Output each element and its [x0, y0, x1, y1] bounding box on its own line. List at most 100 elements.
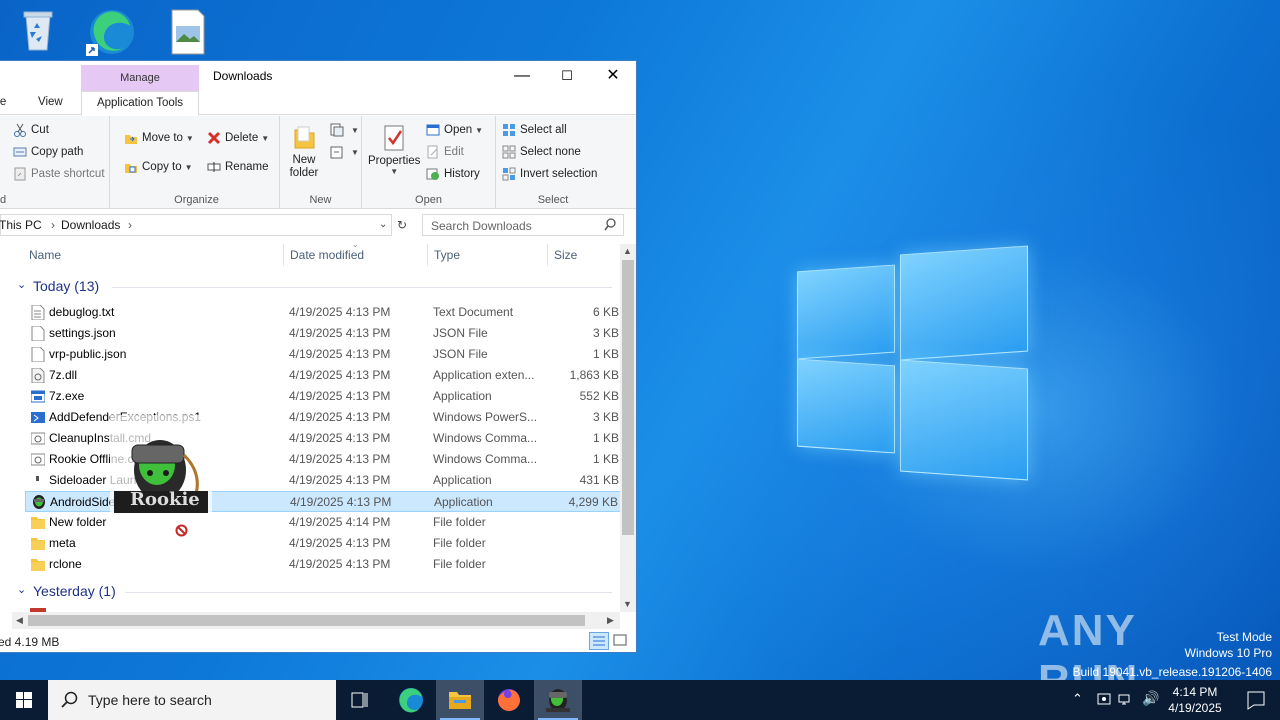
file-name: settings.json [49, 326, 116, 340]
status-text: ed 4.19 MB [0, 635, 60, 649]
breadcrumb-this-pc[interactable]: This PC [0, 218, 42, 232]
column-size[interactable]: Size [554, 248, 577, 262]
column-date-modified[interactable]: Date modified [290, 248, 364, 262]
rookie-app-icon [32, 495, 46, 510]
clock[interactable]: 4:14 PM 4/19/2025 [1160, 684, 1230, 716]
open-icon [426, 123, 440, 137]
file-name: vrp-public.json [49, 347, 127, 361]
file-name: New folder [49, 515, 107, 529]
collapse-yesterday-icon[interactable]: ⌄ [17, 583, 26, 596]
file-row[interactable]: meta 4/19/2025 4:13 PM File folder [25, 533, 621, 554]
search-input[interactable]: Search Downloads [422, 214, 624, 236]
scroll-down-icon[interactable]: ▼ [623, 599, 632, 609]
clock-time: 4:14 PM [1172, 685, 1218, 699]
history-button[interactable]: History [426, 167, 480, 181]
group-yesterday[interactable]: Yesterday (1) [33, 583, 116, 599]
search-icon [61, 691, 79, 712]
file-row[interactable]: settings.json 4/19/2025 4:13 PM JSON File 3… [25, 323, 621, 344]
breadcrumb-downloads[interactable]: Downloads [61, 218, 120, 232]
move-to-button[interactable]: Move to ▼ [124, 131, 194, 145]
title-bar[interactable]: Manage Downloads — ☐ ✕ [0, 61, 636, 91]
rename-button[interactable]: Rename [207, 160, 268, 174]
refresh-icon[interactable]: ↻ [393, 214, 411, 236]
file-row[interactable]: vrp-public.json 4/19/2025 4:13 PM JSON Fil… [25, 344, 621, 365]
file-date: 4/19/2025 4:13 PM [289, 536, 391, 550]
horizontal-scroll-thumb[interactable] [28, 615, 585, 626]
invert-selection-button[interactable]: Invert selection [502, 167, 597, 181]
taskbar-search-input[interactable]: Type here to search [48, 680, 336, 720]
delete-icon [207, 131, 221, 145]
column-type[interactable]: Type [434, 248, 460, 262]
vertical-scroll-thumb[interactable] [622, 260, 634, 535]
volume-icon[interactable]: 🔊 [1142, 690, 1159, 707]
breadcrumb-chevron-icon[interactable]: › [128, 218, 132, 232]
close-button[interactable]: ✕ [590, 61, 636, 91]
select-none-button[interactable]: Select none [502, 145, 581, 159]
address-bar[interactable]: This PC › Downloads › ⌄ [0, 214, 392, 236]
tab-share[interactable]: re [0, 96, 6, 108]
new-folder-button[interactable]: New folder [288, 124, 320, 180]
manage-context-tab[interactable]: Manage [81, 65, 199, 91]
vertical-scrollbar[interactable]: ▲ ▼ [620, 244, 636, 612]
file-type: Application [433, 473, 492, 487]
recycle-bin-icon[interactable] [12, 6, 64, 56]
properties-button[interactable]: Properties ▼ [368, 124, 420, 176]
meet-now-icon[interactable] [1096, 691, 1112, 710]
file-type: File folder [433, 536, 486, 550]
file-row[interactable]: 7z.exe 4/19/2025 4:13 PM Application 552 KB [25, 386, 621, 407]
file-explorer-taskbar-button[interactable] [436, 680, 484, 720]
group-today[interactable]: Today (13) [33, 278, 99, 294]
rookie-taskbar-button[interactable] [534, 680, 582, 720]
details-view-button[interactable] [589, 632, 609, 650]
minimize-button[interactable]: — [499, 61, 545, 91]
image-file-desktop-icon[interactable] [162, 6, 214, 56]
file-name: debuglog.txt [49, 305, 115, 319]
file-date: 4/19/2025 4:13 PM [289, 431, 391, 445]
show-hidden-icons-icon[interactable]: ⌃ [1072, 691, 1083, 707]
collapse-today-icon[interactable]: ⌄ [17, 278, 26, 291]
delete-button[interactable]: Delete ▼ [207, 131, 269, 145]
file-row[interactable]: debuglog.txt 4/19/2025 4:13 PM Text Docume… [25, 302, 621, 323]
open-button[interactable]: Open ▼ [426, 123, 483, 137]
select-group: Select all Select none Invert selection … [496, 116, 610, 209]
task-view-button[interactable] [336, 680, 384, 720]
edge-taskbar-button[interactable] [387, 680, 435, 720]
copy-to-button[interactable]: Copy to ▼ [124, 160, 193, 174]
column-name[interactable]: Name [29, 248, 61, 262]
dll-icon [31, 367, 45, 384]
file-row[interactable]: 7z.dll 4/19/2025 4:13 PM Application exten… [25, 365, 621, 386]
firefox-taskbar-button[interactable] [485, 680, 533, 720]
group-divider [112, 287, 612, 288]
horizontal-scrollbar[interactable]: ◀ ▶ [12, 612, 620, 629]
file-type: File folder [433, 557, 486, 571]
move-to-icon [124, 131, 138, 145]
breadcrumb-chevron-icon[interactable]: › [51, 218, 55, 232]
scroll-left-icon[interactable]: ◀ [16, 615, 23, 626]
copy-path-button[interactable]: Copy path [13, 145, 83, 159]
file-date: 4/19/2025 4:13 PM [289, 368, 391, 382]
tab-view[interactable]: View [38, 96, 63, 108]
open-group-label: Open [415, 194, 442, 206]
easy-access-button[interactable]: ▼ [330, 145, 359, 159]
address-bar-row: This PC › Downloads › ⌄ ↻ Search Downloa… [0, 214, 636, 238]
large-icons-view-button[interactable] [611, 632, 631, 650]
start-button[interactable] [0, 680, 48, 720]
maximize-button[interactable]: ☐ [544, 61, 590, 91]
paste-shortcut-button[interactable]: Paste shortcut [13, 167, 105, 181]
cut-button[interactable]: Cut [13, 123, 49, 137]
select-all-button[interactable]: Select all [502, 123, 567, 137]
test-mode-text: Test Mode [1216, 630, 1272, 644]
ribbon-tabs: re View Application Tools ⌃ ? [0, 91, 636, 141]
network-icon[interactable] [1118, 691, 1134, 710]
address-dropdown-icon[interactable]: ⌄ [379, 219, 387, 230]
scroll-right-icon[interactable]: ▶ [607, 615, 614, 626]
file-type: Application exten... [433, 368, 535, 382]
scroll-up-icon[interactable]: ▲ [623, 246, 632, 256]
action-center-button[interactable] [1232, 680, 1280, 720]
file-name: 7z.dll [49, 368, 78, 382]
tab-application-tools[interactable]: Application Tools [81, 91, 199, 116]
file-row[interactable]: rclone 4/19/2025 4:13 PM File folder [25, 554, 621, 575]
edit-button[interactable]: Edit [426, 145, 464, 159]
edge-desktop-icon[interactable] [84, 6, 136, 56]
new-item-button[interactable]: ▼ [330, 123, 359, 137]
